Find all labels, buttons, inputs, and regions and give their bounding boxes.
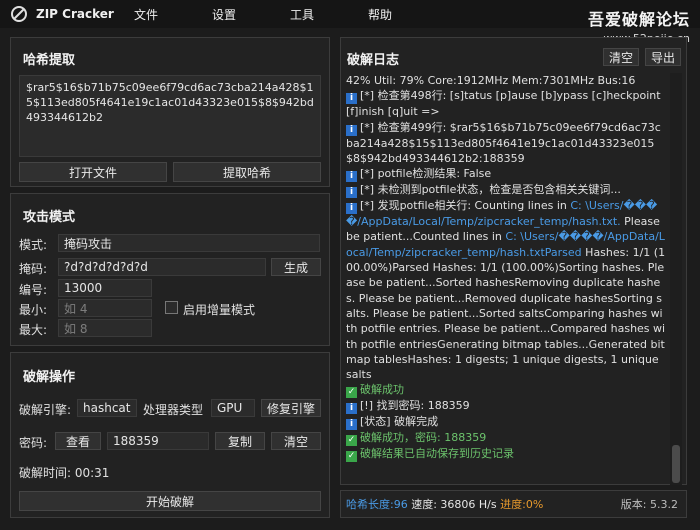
version-label: 版本: 5.3.2	[620, 498, 678, 511]
hash-panel-title: 哈希提取	[23, 53, 76, 68]
increment-checkbox[interactable]	[165, 301, 178, 314]
mask-input[interactable]: ?d?d?d?d?d?d	[58, 258, 266, 276]
min-label: 最小:	[19, 303, 48, 317]
app-title: ZIP Cracker	[36, 7, 114, 21]
crack-time: 破解时间: 00:31	[19, 466, 110, 480]
log-panel-title: 破解日志	[347, 53, 400, 68]
processor-select[interactable]: GPU	[211, 399, 255, 417]
status-bar: 哈希长度: 96 速度: 36806 H/s 进度: 0% 版本: 5.3.2	[340, 490, 687, 518]
mode-label: 模式:	[19, 238, 48, 252]
watermark-title: 吾爱破解论坛	[587, 10, 690, 29]
hash-length-value: 96	[393, 497, 408, 511]
speed-readout: 速度: 36806 H/s	[407, 498, 501, 511]
start-crack-button[interactable]: 开始破解	[19, 491, 321, 511]
clear-password-button[interactable]: 清空	[271, 432, 321, 450]
info-icon: i	[346, 124, 357, 136]
log-line: i [*] 检查第498行: [s]tatus [p]ause [b]ypass …	[346, 89, 661, 119]
log-content[interactable]: 42% Util: 79% Core:1912MHz Mem:7301MHz B…	[346, 73, 666, 485]
password-field[interactable]: 188359	[107, 432, 209, 450]
menu-tools[interactable]: 工具	[280, 6, 324, 23]
log-scrollbar-thumb[interactable]	[672, 445, 680, 483]
menu-file[interactable]: 文件	[124, 6, 168, 23]
increment-label[interactable]: 启用增量模式	[183, 301, 255, 318]
charset-input[interactable]: 13000	[58, 279, 152, 297]
log-line: i [*] 发现potfile相关行: Counting lines in C: …	[346, 199, 666, 382]
info-icon: i	[346, 171, 357, 183]
generate-button[interactable]: 生成	[271, 258, 321, 276]
engine-select[interactable]: hashcat	[77, 399, 137, 417]
menu-settings[interactable]: 设置	[202, 6, 246, 23]
engine-label: 破解引擎:	[19, 403, 72, 417]
log-line: 42% Util: 79% Core:1912MHz Mem:7301MHz B…	[346, 74, 636, 87]
log-line: i [*] potfile检测结果: False	[346, 166, 666, 183]
hash-length-label: 哈希长度:	[346, 498, 394, 511]
crack-panel: 破解操作 破解引擎: hashcat 处理器类型 GPU 修复引擎 密码: 查看…	[10, 352, 330, 518]
charset-label: 编号:	[19, 283, 48, 297]
extract-hash-button[interactable]: 提取哈希	[173, 162, 321, 182]
repair-engine-button[interactable]: 修复引擎	[261, 399, 321, 417]
app-logo-icon	[8, 3, 30, 25]
max-label: 最大:	[19, 323, 48, 337]
attack-panel-title: 攻击模式	[23, 210, 76, 225]
log-scrollbar[interactable]	[670, 73, 682, 485]
info-icon: i	[346, 93, 357, 105]
progress-label: 进度:	[500, 498, 526, 511]
log-line: ✓ 破解结果已自动保存到历史记录	[346, 447, 514, 463]
open-file-button[interactable]: 打开文件	[19, 162, 167, 182]
password-label: 密码:	[19, 436, 48, 450]
copy-password-button[interactable]: 复制	[215, 432, 265, 450]
log-line: ✓ 破解成功	[346, 383, 404, 399]
min-input[interactable]: 如 4	[58, 299, 152, 317]
log-line: i [*] 检查第499行: $rar5$16$b71b75c09ee6f79cd…	[346, 120, 661, 165]
mask-label: 掩码:	[19, 262, 48, 276]
attack-panel: 攻击模式 模式: 掩码攻击 掩码: ?d?d?d?d?d?d 生成 编号: 13…	[10, 193, 330, 346]
check-icon: ✓	[346, 387, 357, 399]
hash-panel: 哈希提取 $rar5$16$b71b75c09ee6f79cd6ac73cba2…	[10, 37, 330, 187]
mode-select[interactable]: 掩码攻击	[58, 234, 320, 252]
hash-textarea[interactable]: $rar5$16$b71b75c09ee6f79cd6ac73cba214a42…	[19, 75, 321, 157]
log-line: i [!] 找到密码: 188359	[346, 398, 666, 415]
check-icon: ✓	[346, 435, 357, 447]
export-log-button[interactable]: 导出	[645, 48, 681, 66]
log-line: i [*] 未检测到potfile状态，检查是否包含相关关键词...	[346, 182, 666, 199]
hash-value: $rar5$16$b71b75c09ee6f79cd6ac73cba214a42…	[26, 81, 314, 124]
check-icon: ✓	[346, 451, 357, 463]
menu-help[interactable]: 帮助	[358, 6, 402, 23]
crack-panel-title: 破解操作	[23, 370, 76, 385]
log-line: ✓ 破解成功，密码: 188359	[346, 431, 487, 447]
clear-log-button[interactable]: 清空	[603, 48, 639, 66]
processor-label: 处理器类型	[143, 403, 204, 417]
info-icon: i	[346, 203, 357, 215]
view-password-button[interactable]: 查看	[55, 432, 101, 450]
info-icon: i	[346, 187, 357, 199]
progress-value: 0%	[525, 497, 544, 511]
info-icon: i	[346, 419, 357, 431]
menu-bar: ZIP Cracker 文件 设置 工具 帮助 吾爱破解论坛 www.52poj…	[0, 0, 700, 45]
info-icon: i	[346, 403, 357, 415]
max-input[interactable]: 如 8	[58, 319, 152, 337]
log-line: i [状态] 破解完成	[346, 414, 666, 431]
